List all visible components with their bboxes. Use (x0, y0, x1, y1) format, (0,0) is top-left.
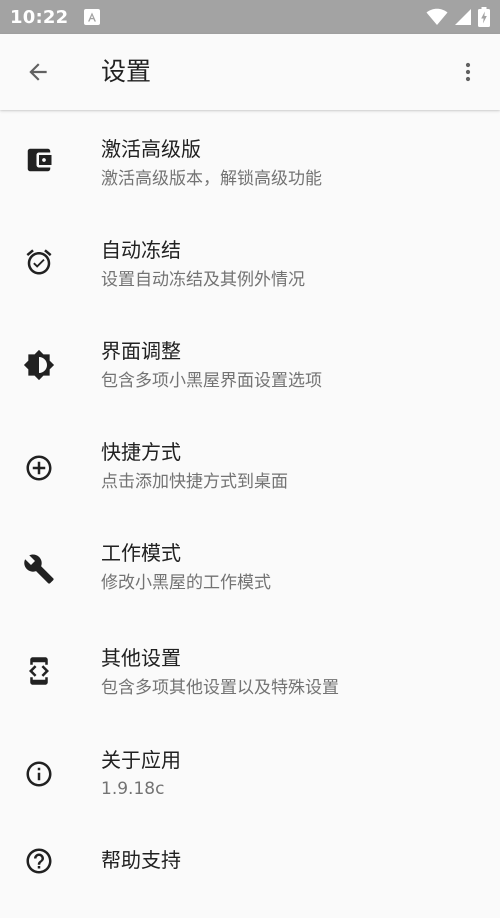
wrench-icon (23, 553, 55, 585)
add-circle-icon (23, 452, 55, 484)
setting-item-auto-freeze[interactable]: 自动冻结 设置自动冻结及其例外情况 (0, 211, 500, 312)
setting-item-help[interactable]: 帮助支持 (0, 817, 500, 918)
arrow-back-icon (29, 63, 47, 81)
signal-icon (454, 8, 472, 26)
setting-title: 自动冻结 (101, 238, 181, 262)
setting-title: 界面调整 (101, 339, 181, 363)
status-icons (426, 7, 490, 27)
setting-subtitle: 激活高级版本，解锁高级功能 (101, 169, 322, 189)
back-button[interactable] (14, 48, 62, 96)
more-options-button[interactable] (444, 48, 492, 96)
alarm-check-icon (23, 246, 55, 278)
setting-title: 激活高级版 (101, 137, 201, 161)
setting-item-shortcuts[interactable]: 快捷方式 点击添加快捷方式到桌面 (0, 413, 500, 514)
setting-subtitle: 设置自动冻结及其例外情况 (101, 270, 305, 290)
app-bar: 设置 (0, 34, 500, 110)
setting-subtitle: 包含多项小黑屋界面设置选项 (101, 371, 322, 391)
setting-subtitle: 修改小黑屋的工作模式 (101, 573, 271, 593)
brightness-icon (23, 349, 55, 381)
setting-item-work-mode[interactable]: 工作模式 修改小黑屋的工作模式 (0, 514, 500, 615)
setting-item-about[interactable]: 关于应用 1.9.18c (0, 716, 500, 817)
battery-charging-icon (478, 7, 490, 27)
page-title: 设置 (101, 57, 152, 86)
more-vert-icon (465, 62, 471, 82)
setting-title: 其他设置 (101, 646, 181, 670)
developer-mode-icon (23, 655, 55, 687)
wifi-icon (426, 8, 448, 26)
setting-title: 工作模式 (101, 541, 181, 565)
a-notification-icon (84, 9, 101, 25)
status-bar: 10:22 (0, 0, 500, 34)
setting-item-other-settings[interactable]: 其他设置 包含多项其他设置以及特殊设置 (0, 615, 500, 716)
setting-title: 关于应用 (101, 748, 181, 772)
info-icon (23, 758, 55, 790)
setting-subtitle: 包含多项其他设置以及特殊设置 (101, 678, 339, 698)
setting-item-ui-adjust[interactable]: 界面调整 包含多项小黑屋界面设置选项 (0, 312, 500, 413)
wallet-icon (23, 144, 55, 176)
setting-item-activate-premium[interactable]: 激活高级版 激活高级版本，解锁高级功能 (0, 110, 500, 211)
setting-title: 快捷方式 (101, 440, 181, 464)
setting-subtitle: 1.9.18c (101, 779, 165, 799)
status-time: 10:22 (10, 6, 69, 28)
setting-title: 帮助支持 (101, 848, 181, 872)
help-icon (23, 845, 55, 877)
setting-subtitle: 点击添加快捷方式到桌面 (101, 472, 288, 492)
